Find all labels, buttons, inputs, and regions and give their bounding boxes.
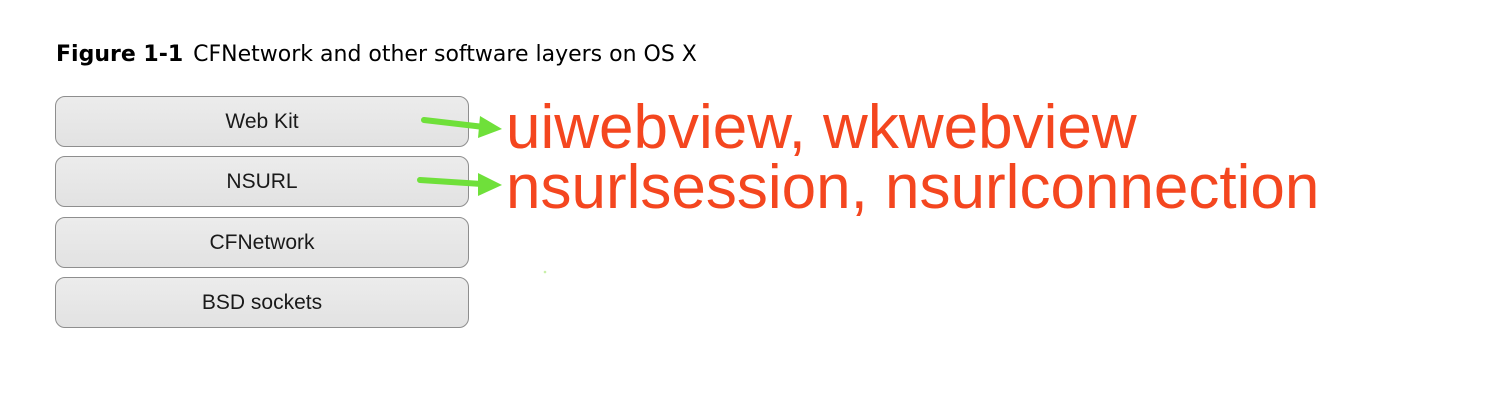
layer-box-cfnetwork: CFNetwork	[55, 217, 469, 268]
figure-number: Figure 1-1	[56, 42, 184, 67]
figure-caption: Figure 1-1 CFNetwork and other software l…	[56, 42, 697, 67]
figure-title: CFNetwork and other software layers on O…	[193, 42, 697, 67]
annotation-url-classes: nsurlsession, nsurlconnection	[506, 153, 1320, 222]
layer-label: BSD sockets	[201, 290, 323, 314]
layer-box-web-kit: Web Kit	[55, 96, 469, 147]
layer-box-bsd-sockets: BSD sockets	[55, 277, 469, 328]
stray-dot	[543, 270, 547, 274]
layer-label: Web Kit	[225, 109, 299, 133]
layer-box-nsurl: NSURL	[55, 156, 469, 207]
layer-label: NSURL	[226, 169, 298, 193]
annotation-webview-classes: uiwebview, wkwebview	[506, 93, 1137, 162]
layer-label: CFNetwork	[209, 230, 315, 254]
